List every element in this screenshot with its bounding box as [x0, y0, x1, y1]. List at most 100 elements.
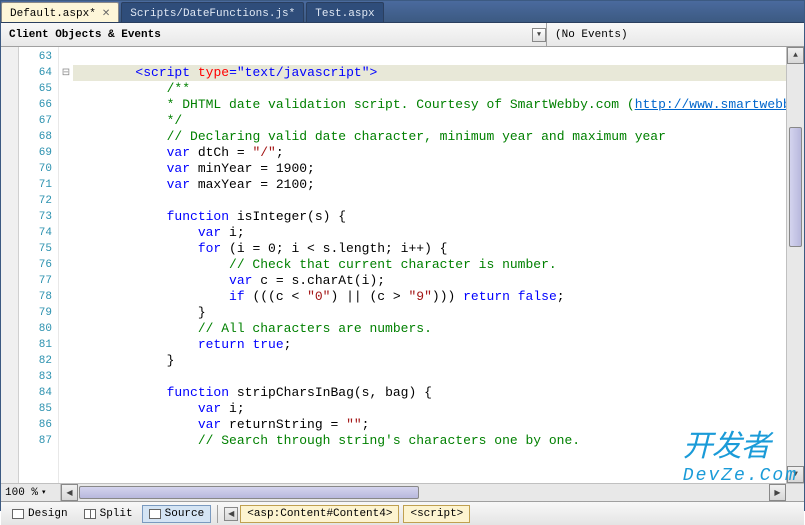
fold-toggle-icon: [59, 353, 73, 369]
fold-toggle-icon: [59, 145, 73, 161]
scroll-up-arrow-icon[interactable]: ▲: [787, 47, 804, 64]
separator: [217, 505, 218, 523]
source-icon: [149, 509, 161, 519]
zoom-dropdown[interactable]: 100 % ▾: [1, 484, 61, 501]
fold-toggle-icon: [59, 337, 73, 353]
code-line[interactable]: }: [73, 353, 786, 369]
code-line[interactable]: [73, 369, 786, 385]
tab-label: Scripts/DateFunctions.js*: [130, 8, 295, 20]
code-line[interactable]: function isInteger(s) {: [73, 209, 786, 225]
line-number: 72: [19, 193, 58, 209]
design-view-button[interactable]: Design: [5, 505, 75, 523]
fold-toggle-icon: [59, 129, 73, 145]
design-icon: [12, 509, 24, 519]
fold-toggle-icon: [59, 81, 73, 97]
line-number: 67: [19, 113, 58, 129]
code-line[interactable]: // Search through string's characters on…: [73, 433, 786, 449]
line-number: 80: [19, 321, 58, 337]
split-view-button[interactable]: Split: [77, 505, 140, 523]
code-line[interactable]: // Check that current character is numbe…: [73, 257, 786, 273]
line-number: 83: [19, 369, 58, 385]
chevron-down-icon[interactable]: ▾: [532, 28, 546, 42]
view-label: Design: [28, 508, 68, 520]
code-line[interactable]: /**: [73, 81, 786, 97]
line-number: 64: [19, 65, 58, 81]
fold-toggle-icon: [59, 433, 73, 449]
breadcrumb-prev-icon[interactable]: ◀: [224, 507, 238, 521]
tab-datefunctions-js[interactable]: Scripts/DateFunctions.js*: [121, 2, 304, 22]
fold-toggle-icon: [59, 161, 73, 177]
line-number: 68: [19, 129, 58, 145]
line-number: 71: [19, 177, 58, 193]
nav-element-dropdown[interactable]: Client Objects & Events: [9, 29, 532, 41]
code-line[interactable]: function stripCharsInBag(s, bag) {: [73, 385, 786, 401]
code-editor: 6364656667686970717273747576777879808182…: [1, 47, 804, 483]
fold-toggle-icon: [59, 209, 73, 225]
code-line[interactable]: var c = s.charAt(i);: [73, 273, 786, 289]
fold-toggle-icon: [59, 193, 73, 209]
fold-toggle-icon: [59, 385, 73, 401]
view-mode-bar: Design Split Source ◀ <asp:Content#Conte…: [1, 501, 804, 525]
scroll-right-arrow-icon[interactable]: ▶: [769, 484, 786, 501]
breadcrumb-content[interactable]: <asp:Content#Content4>: [240, 505, 399, 523]
code-line[interactable]: var dtCh = "/";: [73, 145, 786, 161]
nav-event-dropdown[interactable]: (No Events): [546, 23, 796, 46]
fold-toggle-icon: [59, 273, 73, 289]
scroll-left-arrow-icon[interactable]: ◀: [61, 484, 78, 501]
nav-event-label: (No Events): [555, 29, 628, 41]
fold-toggle-icon: [59, 417, 73, 433]
fold-toggle-icon: [59, 97, 73, 113]
scroll-thumb[interactable]: [79, 486, 419, 499]
scroll-down-arrow-icon[interactable]: ▼: [787, 466, 804, 483]
line-number: 70: [19, 161, 58, 177]
line-number: 81: [19, 337, 58, 353]
fold-toggle-icon: [59, 257, 73, 273]
scroll-thumb[interactable]: [789, 127, 802, 247]
line-number-gutter: 6364656667686970717273747576777879808182…: [19, 47, 59, 483]
close-icon[interactable]: ✕: [102, 8, 110, 20]
horizontal-scroll-row: 100 % ▾ ◀ ▶: [1, 483, 804, 501]
code-line[interactable]: * DHTML date validation script. Courtesy…: [73, 97, 786, 113]
breadcrumb-script[interactable]: <script>: [403, 505, 470, 523]
fold-toggle-icon: [59, 401, 73, 417]
fold-toggle-icon: [59, 113, 73, 129]
code-line[interactable]: [73, 49, 786, 65]
line-number: 65: [19, 81, 58, 97]
code-line[interactable]: for (i = 0; i < s.length; i++) {: [73, 241, 786, 257]
tab-label: Test.aspx: [315, 8, 374, 20]
fold-toggle-icon: [59, 305, 73, 321]
tab-default-aspx[interactable]: Default.aspx* ✕: [1, 2, 119, 22]
code-line[interactable]: }: [73, 305, 786, 321]
code-line[interactable]: // All characters are numbers.: [73, 321, 786, 337]
fold-toggle-icon[interactable]: ⊟: [59, 65, 73, 81]
fold-toggle-icon: [59, 49, 73, 65]
code-line[interactable]: */: [73, 113, 786, 129]
code-area[interactable]: <script type="text/javascript"> /** * DH…: [73, 47, 786, 483]
fold-toggle-icon: [59, 289, 73, 305]
code-line[interactable]: <script type="text/javascript">: [73, 65, 786, 81]
document-tab-strip: Default.aspx* ✕ Scripts/DateFunctions.js…: [1, 1, 804, 23]
code-line[interactable]: var i;: [73, 225, 786, 241]
code-line[interactable]: return true;: [73, 337, 786, 353]
vertical-scrollbar[interactable]: ▲ ▼: [786, 47, 804, 483]
nav-element-label: Client Objects & Events: [9, 29, 161, 41]
view-label: Source: [165, 508, 205, 520]
fold-toggle-icon: [59, 241, 73, 257]
source-view-button[interactable]: Source: [142, 505, 212, 523]
tab-test-aspx[interactable]: Test.aspx: [306, 2, 383, 22]
line-number: 85: [19, 401, 58, 417]
code-line[interactable]: [73, 193, 786, 209]
line-number: 86: [19, 417, 58, 433]
code-line[interactable]: var minYear = 1900;: [73, 161, 786, 177]
indicator-margin: [1, 47, 19, 483]
code-line[interactable]: if (((c < "0") || (c > "9"))) return fal…: [73, 289, 786, 305]
line-number: 66: [19, 97, 58, 113]
tab-label: Default.aspx*: [10, 8, 96, 20]
code-line[interactable]: var returnString = "";: [73, 417, 786, 433]
code-line[interactable]: var maxYear = 2100;: [73, 177, 786, 193]
line-number: 73: [19, 209, 58, 225]
line-number: 79: [19, 305, 58, 321]
horizontal-scrollbar[interactable]: ◀ ▶: [61, 484, 786, 501]
code-line[interactable]: var i;: [73, 401, 786, 417]
code-line[interactable]: // Declaring valid date character, minim…: [73, 129, 786, 145]
